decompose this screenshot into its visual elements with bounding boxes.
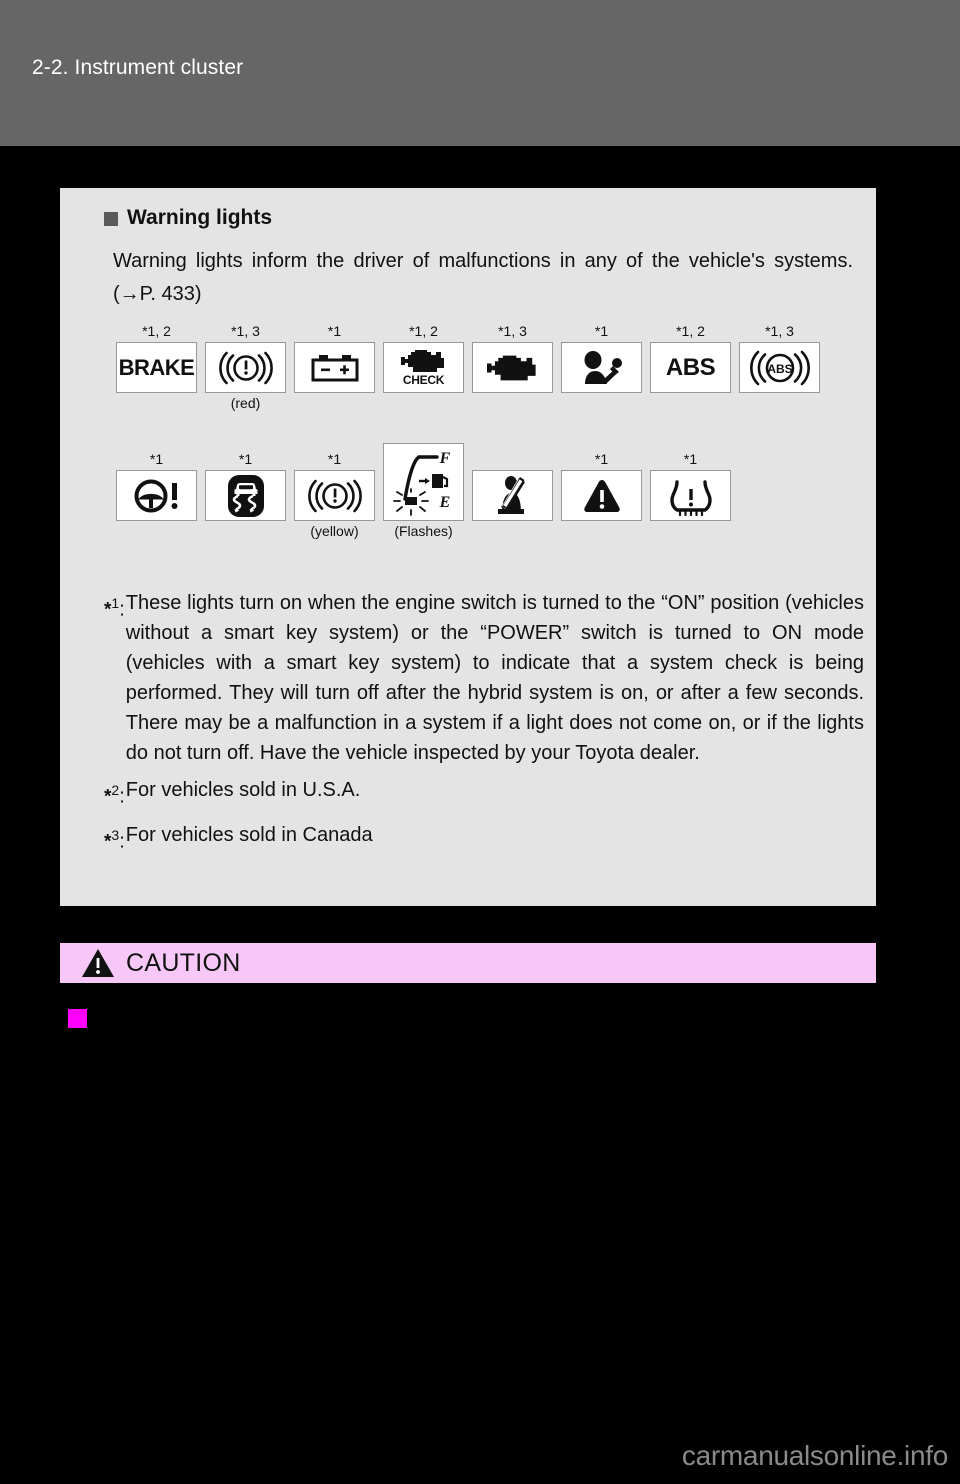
warning-lights-panel: Warning lights Warning lights inform the… [60,188,876,906]
abs-warning-light-icon: ABS [650,342,731,393]
icon-sub-label: (Flashes) [394,523,453,539]
footnote-item: *3: For vehicles sold in Canada [104,820,864,858]
section-heading-label: Warning lights [127,206,273,229]
footnote-ref: *1, 2 [676,323,705,339]
footnote-ref: *1 [594,323,609,339]
tire-pressure-warning-light-icon [650,470,731,521]
svg-text:ABS: ABS [767,362,792,376]
svg-text:F: F [438,450,450,467]
warning-light-cell: *1, 3 ABS [738,320,821,413]
warning-light-cell: *1 [115,448,198,541]
warning-light-cell: *1 [649,448,732,541]
caution-triangle-icon [82,949,114,977]
warning-light-cell: *1, 2 BRAKE [115,320,198,413]
master-warning-light-icon [561,470,642,521]
caution-title: CAUTION [126,948,241,977]
warning-light-cell: *1 [293,320,376,413]
warning-light-cell: *1, 3 [471,320,554,413]
charging-system-battery-warning-light-icon [294,342,375,393]
square-bullet-icon [104,212,118,226]
footnote-ref: *1 [327,451,342,467]
low-fuel-level-gauge-warning-icon: F E [383,443,464,521]
abs-circle-warning-light-icon: ABS [739,342,820,393]
warning-light-cell: *1 (yellow) [293,448,376,541]
warning-light-cell: *1, 2 ABS [649,320,732,413]
icon-sub-label: (yellow) [310,523,359,539]
brake-warning-light-label: BRAKE [118,354,195,380]
warning-light-cell: *1, 3 (red) [204,320,287,413]
warning-light-cell: *1 [560,320,643,413]
brake-warning-light-icon: BRAKE [116,342,197,393]
warning-lights-grid: *1, 2 BRAKE *1, 3 (red) *1 *1, 2 CHECK *… [60,320,876,541]
footnote-item: *2: For vehicles sold in U.S.A. [104,775,864,813]
footnote-marker: *1: [104,595,125,621]
warning-light-cell [471,448,554,541]
footnote-text: For vehicles sold in Canada [125,823,373,846]
page-header-band: 2-2. Instrument cluster [0,0,960,146]
footnote-ref: *1, 3 [765,323,794,339]
warning-light-cell: *1 [204,448,287,541]
srs-airbag-warning-light-icon [561,342,642,393]
abs-text-label: ABS [665,353,716,381]
footnote-ref: *1, 2 [409,323,438,339]
footnote-item: *1: These lights turn on when the engine… [104,588,864,768]
footnote-marker: *3: [104,826,125,853]
driver-seat-belt-reminder-light-icon [472,470,553,521]
check-engine-text-label: CHECK [402,373,445,387]
footnotes-list: *1: These lights turn on when the engine… [104,588,864,864]
warning-light-cell: *1 [560,448,643,541]
warning-light-cell: *1, 2 CHECK [382,320,465,413]
warning-lights-row-1: *1, 2 BRAKE *1, 3 (red) *1 *1, 2 CHECK *… [60,320,876,413]
footnote-ref: *1 [238,451,253,467]
footnote-ref: *1 [327,323,342,339]
footnote-ref: *1 [683,451,698,467]
brake-system-yellow-warning-light-icon [294,470,375,521]
footnote-text: These lights turn on when the engine swi… [125,592,864,764]
footnote-ref: *1, 3 [231,323,260,339]
page-title: 2-2. Instrument cluster [32,56,244,79]
malfunction-indicator-check-engine-icon: CHECK [383,342,464,393]
section-heading: Warning lights [104,206,272,230]
caution-banner: CAUTION [60,941,876,985]
caution-item-bullet [68,1009,87,1028]
svg-text:E: E [438,494,450,511]
warning-lights-row-2: *1 *1 *1 (yellow) F E (Flashes) *1 *1 [60,421,876,541]
warning-light-cell: F E (Flashes) [382,421,465,541]
footnote-ref: *1 [149,451,164,467]
section-intro-paragraph: Warning lights inform the driver of malf… [113,250,853,305]
icon-sub-label: (red) [230,395,261,411]
electric-power-steering-warning-light-icon [116,470,197,521]
footnote-ref: *1, 3 [498,323,527,339]
malfunction-indicator-engine-icon [472,342,553,393]
brake-system-red-warning-light-icon [205,342,286,393]
footnote-marker: *2: [104,782,125,808]
site-watermark: carmanualsonline.info [681,1440,948,1471]
footnote-text: For vehicles sold in U.S.A. [125,779,361,801]
slip-indicator-vsc-warning-light-icon [205,470,286,521]
footnote-ref: *1, 2 [142,323,171,339]
footnote-ref: *1 [594,451,609,467]
